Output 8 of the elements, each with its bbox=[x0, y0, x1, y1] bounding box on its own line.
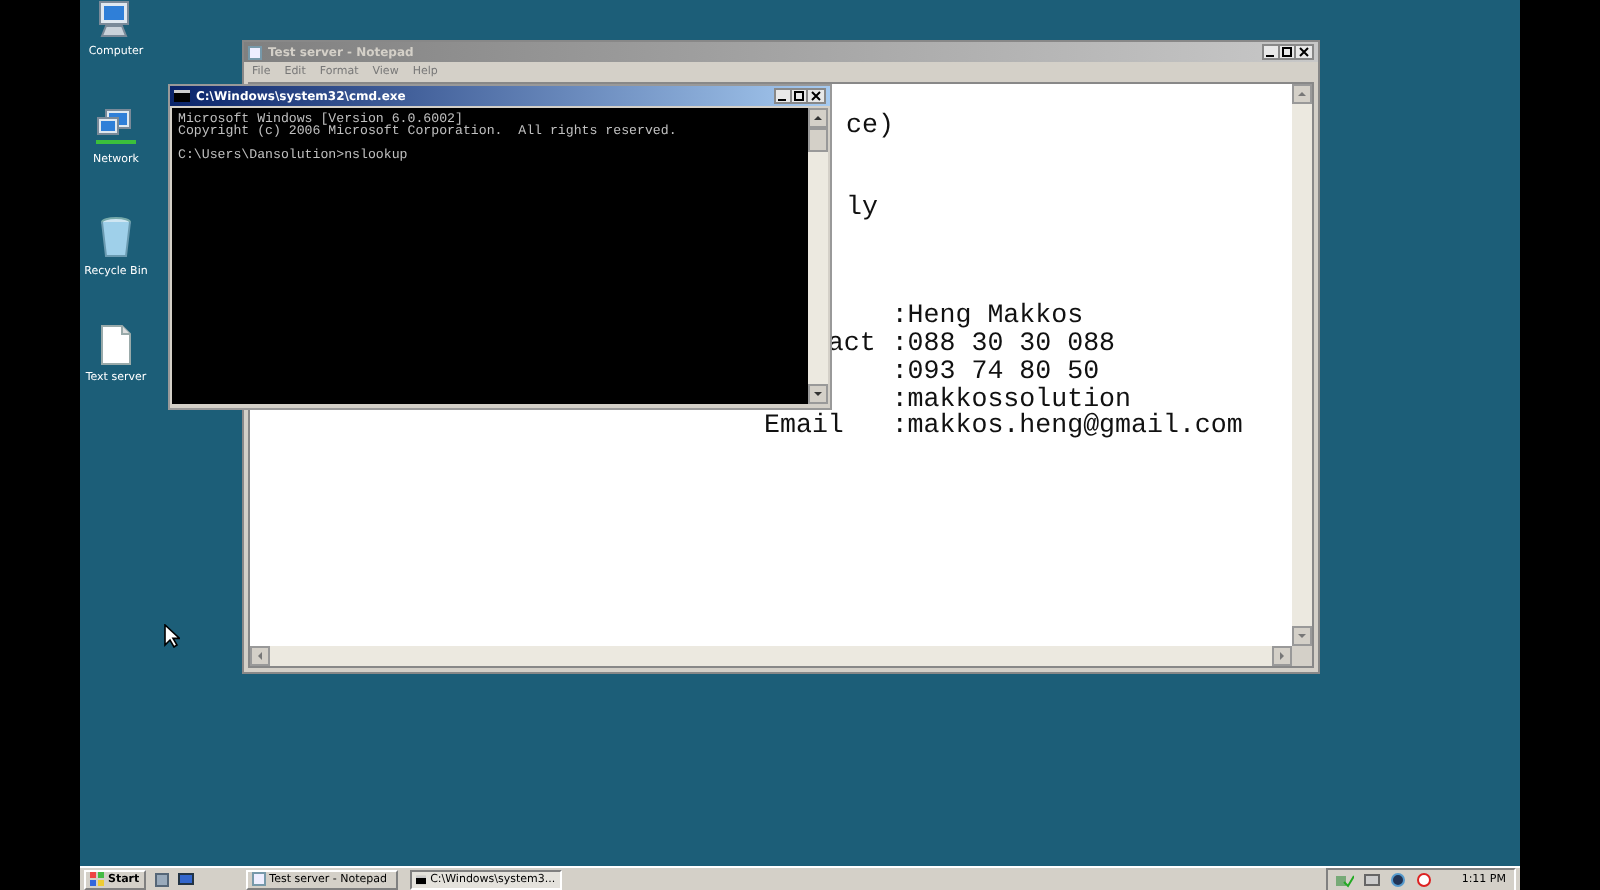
text-line: ce) bbox=[846, 112, 894, 140]
field-value: :093 74 80 50 bbox=[891, 357, 1102, 386]
field-value: :Heng Makkos bbox=[891, 302, 1086, 331]
field-value: :makkossolution bbox=[891, 385, 1132, 413]
field-value: :makkos.heng@gmail.com bbox=[891, 412, 1243, 440]
field-value: :088 30 30 088 bbox=[891, 330, 1118, 358]
text-line: ly bbox=[846, 193, 878, 221]
field-label: Email bbox=[764, 412, 846, 440]
